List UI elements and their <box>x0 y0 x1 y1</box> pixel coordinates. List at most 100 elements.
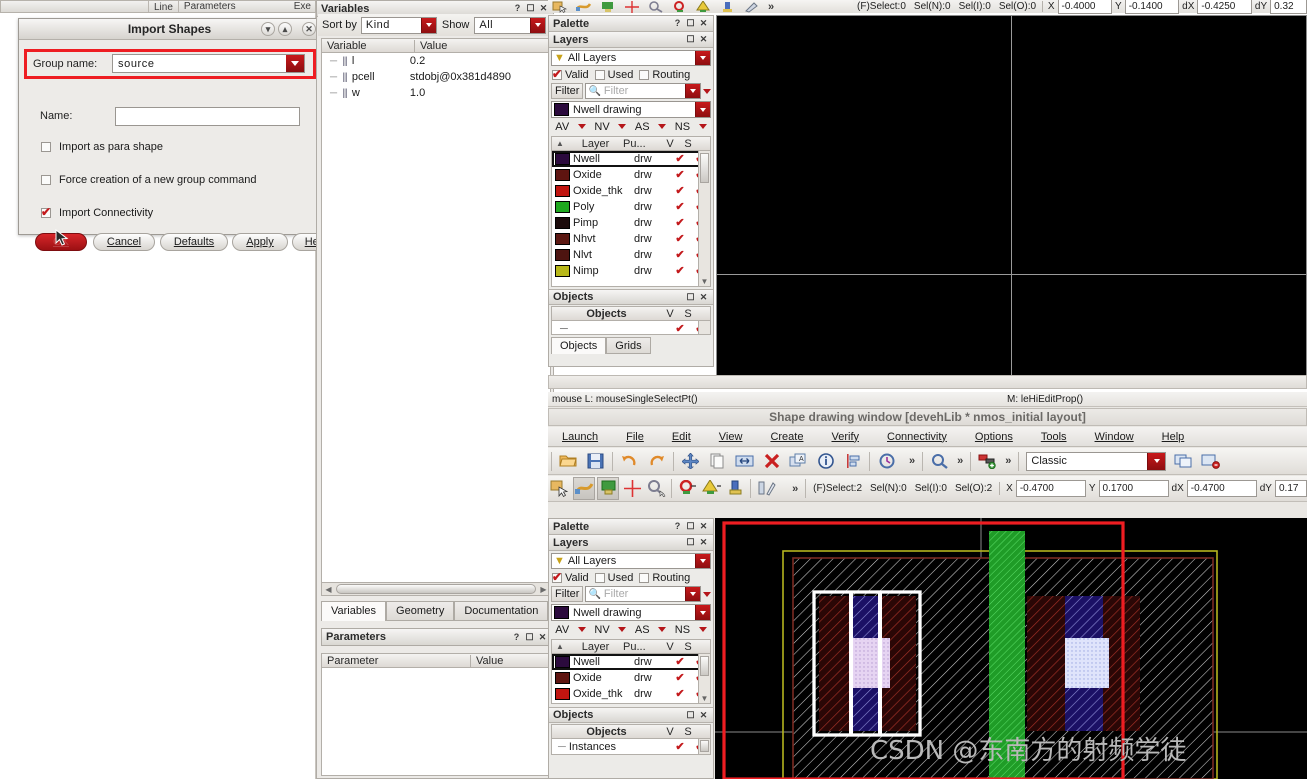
chevron-down-icon[interactable] <box>685 587 700 601</box>
properties-icon[interactable]: A <box>786 450 811 473</box>
layer-row-pimp[interactable]: Pimp drw ✔ ✔ <box>552 215 710 231</box>
help-icon[interactable]: ? <box>511 632 522 643</box>
group-name-input[interactable]: source <box>112 54 305 73</box>
force-group-checkbox-row[interactable]: Force creation of a new group command <box>41 174 257 186</box>
list-item[interactable]: ─ ✔ ✔ <box>552 321 710 334</box>
cancel-button[interactable]: Cancel <box>93 233 155 251</box>
tab-objects[interactable]: Objects <box>551 337 607 354</box>
layer-row-oxide[interactable]: Oxide drw ✔ ✔ <box>552 167 710 183</box>
ns-button-top[interactable]: NS <box>675 121 690 133</box>
chevron-down-icon[interactable] <box>1147 452 1166 470</box>
float-icon[interactable]: ☐ <box>524 632 535 643</box>
import-connectivity-checkbox[interactable] <box>41 205 51 219</box>
menu-view[interactable]: View <box>705 431 757 443</box>
menu-file[interactable]: File <box>612 431 658 443</box>
tab-variables[interactable]: Variables <box>321 601 387 621</box>
tab-documentation[interactable]: Documentation <box>454 601 549 621</box>
zoom-tool-icon[interactable] <box>645 0 667 13</box>
align-icon[interactable] <box>840 450 865 473</box>
as-button-bottom[interactable]: AS <box>635 624 650 636</box>
undo-history-icon[interactable] <box>874 450 899 473</box>
layer-row-nwell[interactable]: Nwell drw ✔ ✔ <box>552 654 710 670</box>
zoom-tool-icon[interactable] <box>645 477 667 500</box>
bottom-y-value[interactable]: 0.1700 <box>1098 480 1169 497</box>
apply-button[interactable]: Apply <box>232 233 288 251</box>
layer-row-nhvt[interactable]: Nhvt drw ✔ ✔ <box>552 231 710 247</box>
layer-row-oxide[interactable]: Oxide drw ✔ ✔ <box>552 670 710 686</box>
layer-visible-check[interactable]: ✔ <box>670 688 690 700</box>
top-dy-value[interactable]: 0.32 <box>1270 0 1307 14</box>
valid-checkbox-top[interactable] <box>552 67 562 81</box>
warning-tool-icon[interactable] <box>693 0 715 13</box>
instance-tool-icon[interactable] <box>597 477 620 500</box>
import-as-para-shape-checkbox[interactable] <box>41 142 51 152</box>
close-icon[interactable]: ✕ <box>698 710 709 721</box>
add-shape-icon[interactable] <box>975 450 1000 473</box>
current-layer-combo-top[interactable]: Nwell drawing <box>551 101 711 118</box>
close-icon[interactable]: ✕ <box>698 34 709 45</box>
defaults-button[interactable]: Defaults <box>160 233 228 251</box>
layer-visible-check[interactable]: ✔ <box>670 153 690 165</box>
used-checkbox-bottom[interactable] <box>594 573 605 583</box>
menu-options[interactable]: Options <box>961 431 1027 443</box>
layers-vertical-scrollbar-top[interactable]: ▼ <box>698 151 710 286</box>
av-button-bottom[interactable]: AV <box>555 624 569 636</box>
av-chevron-icon[interactable] <box>577 627 586 632</box>
show-combo[interactable]: All <box>474 16 547 34</box>
group-name-dropdown-arrow[interactable] <box>286 55 304 72</box>
top-layout-canvas[interactable] <box>716 15 1307 378</box>
nv-chevron-icon[interactable] <box>618 627 627 632</box>
layer-row-oxide-thk[interactable]: Oxide_thk drw ✔ ✔ <box>552 686 710 702</box>
list-item[interactable]: ─ Instances ✔ ✔ <box>552 739 710 754</box>
ruler-tool-icon[interactable] <box>621 0 643 13</box>
bottom-x-value[interactable]: -0.4700 <box>1015 480 1086 497</box>
layer-visible-check[interactable]: ✔ <box>670 233 690 245</box>
scroll-thumb[interactable] <box>336 584 536 594</box>
import-connectivity-checkbox-row[interactable]: Import Connectivity <box>41 205 153 219</box>
table-row[interactable]: ─ ||| pcell stdobj@0x381d4890 <box>322 69 550 85</box>
as-chevron-icon[interactable] <box>658 627 667 632</box>
float-icon[interactable]: ☐ <box>685 292 696 303</box>
nv-button-top[interactable]: NV <box>594 121 609 133</box>
nv-chevron-icon[interactable] <box>618 124 627 129</box>
menu-edit[interactable]: Edit <box>658 431 705 443</box>
filter-extra-chevron-icon[interactable] <box>703 591 711 597</box>
chevron-down-icon[interactable] <box>695 102 710 117</box>
save-icon[interactable] <box>583 450 608 473</box>
toolbar-overflow-chevron-icon[interactable]: » <box>905 455 919 467</box>
chevron-down-icon[interactable] <box>685 84 700 98</box>
as-button-top[interactable]: AS <box>635 121 650 133</box>
name-input[interactable] <box>115 107 300 126</box>
close-icon[interactable]: ✕ <box>698 18 709 29</box>
objects-vertical-scrollbar-bottom[interactable] <box>698 739 710 754</box>
edit-tool-icon[interactable] <box>741 1 763 13</box>
ruler-tool-icon[interactable] <box>621 477 643 500</box>
top-canvas-hscrollbar[interactable] <box>548 375 1307 389</box>
layer-row-oxide-thk[interactable]: Oxide_thk drw ✔ ✔ <box>552 183 710 199</box>
probe-tool-icon[interactable] <box>717 1 739 13</box>
layer-visible-check[interactable]: ✔ <box>670 249 690 261</box>
menu-window[interactable]: Window <box>1081 431 1148 443</box>
stop-tool-icon[interactable] <box>669 0 691 13</box>
toolbar2-overflow-chevron-icon[interactable]: » <box>788 483 802 495</box>
routing-checkbox-bottom[interactable] <box>639 573 650 583</box>
filter-input-top[interactable]: 🔍 Filter <box>585 83 701 99</box>
layer-visible-check[interactable]: ✔ <box>670 185 690 197</box>
layer-visible-check[interactable]: ✔ <box>670 217 690 229</box>
bottom-dy-value[interactable]: 0.17 <box>1274 480 1307 497</box>
select-tool-icon[interactable] <box>549 477 571 500</box>
float-icon[interactable]: ☐ <box>525 3 536 14</box>
layer-visible-check[interactable]: ✔ <box>670 656 690 668</box>
filter-button-top[interactable]: Filter <box>551 83 584 99</box>
toolbar-overflow-chevron-icon[interactable]: » <box>764 1 778 13</box>
layer-visible-check[interactable]: ✔ <box>670 265 690 277</box>
close-icon[interactable]: ✕ <box>302 22 316 36</box>
layer-row-nlvt[interactable]: Nlvt drw ✔ ✔ <box>552 247 710 263</box>
chevron-down-icon[interactable] <box>695 51 710 65</box>
table-row[interactable]: ─ ||| l 0.2 <box>322 53 550 69</box>
select-tool-icon[interactable] <box>549 1 571 13</box>
top-dx-value[interactable]: -0.4250 <box>1197 0 1252 14</box>
float-icon[interactable]: ☐ <box>685 521 696 532</box>
window-copy-icon[interactable] <box>1171 450 1196 473</box>
menu-launch[interactable]: Launch <box>548 431 612 443</box>
